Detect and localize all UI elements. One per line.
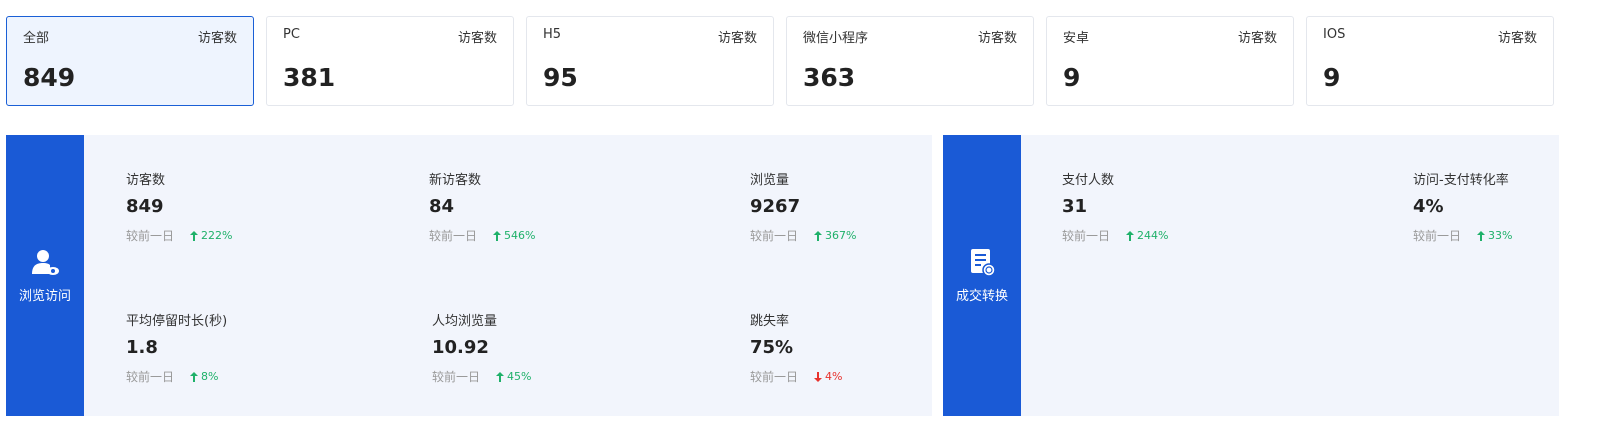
arrow-up-icon: [496, 371, 505, 382]
tab-name: 微信小程序: [803, 31, 869, 46]
deal-side-bar: 成交转换: [943, 135, 1021, 416]
compare-label: 较前一日: [1413, 229, 1462, 243]
change-indicator: 367%: [814, 229, 856, 242]
metric-label: 浏览量: [750, 173, 790, 188]
metric-compare: 较前一日 546%: [429, 227, 535, 244]
tab-unit: 访客数: [1497, 31, 1537, 46]
change-indicator: 45%: [496, 370, 531, 383]
tab-value: 95: [543, 63, 578, 92]
change-value: 4%: [825, 370, 843, 383]
deal-panel: 成交转换 支付人数 31 较前一日 244% 访问-支付转化率 4% 较前一日 …: [943, 135, 1559, 416]
tab-value: 363: [803, 63, 856, 92]
metric-value: 75%: [750, 337, 794, 358]
arrow-up-icon: [1477, 230, 1486, 241]
metric-label: 访客数: [126, 173, 166, 188]
metric-views-per-visitor: 人均浏览量 10.92 较前一日 45%: [432, 310, 531, 385]
tab-wechat-mini-program[interactable]: 微信小程序 访客数 363: [786, 16, 1034, 106]
change-indicator: 33%: [1477, 229, 1512, 242]
tab-name: PC: [283, 27, 300, 42]
metric-compare: 较前一日 222%: [126, 227, 232, 244]
metric-label: 新访客数: [429, 173, 482, 188]
browse-panel: 浏览访问 访客数 849 较前一日 222% 新访客数 84 较前一日 546%: [6, 135, 932, 416]
deal-metrics: 支付人数 31 较前一日 244% 访问-支付转化率 4% 较前一日 33%: [1021, 135, 1559, 416]
metric-label: 支付人数: [1062, 173, 1115, 188]
deal-title: 成交转换: [955, 289, 1008, 304]
browse-title: 浏览访问: [18, 289, 71, 304]
metric-paying-users: 支付人数 31 较前一日 244%: [1062, 169, 1168, 244]
change-value: 367%: [825, 229, 857, 242]
tab-name: IOS: [1323, 27, 1346, 42]
tab-value: 381: [283, 63, 336, 92]
arrow-up-icon: [493, 230, 502, 241]
tab-value: 9: [1063, 63, 1081, 92]
order-document-icon: [971, 249, 996, 277]
compare-label: 较前一日: [1062, 229, 1111, 243]
tab-unit: 访客数: [457, 31, 497, 46]
metric-label: 人均浏览量: [432, 314, 498, 329]
metric-label: 跳失率: [750, 314, 790, 329]
arrow-down-icon: [814, 371, 823, 382]
tab-h5[interactable]: H5 访客数 95: [526, 16, 774, 106]
metric-label: 平均停留时长(秒): [126, 314, 228, 329]
metric-visitors: 访客数 849 较前一日 222%: [126, 169, 232, 244]
tab-unit: 访客数: [717, 31, 757, 46]
metric-compare: 较前一日 8%: [126, 368, 227, 385]
metric-value: 84: [429, 196, 455, 217]
metric-value: 31: [1062, 196, 1088, 217]
tab-all[interactable]: 全部 访客数 849: [6, 16, 254, 106]
metric-avg-stay-duration: 平均停留时长(秒) 1.8 较前一日 8%: [126, 310, 227, 385]
browse-metrics: 访客数 849 较前一日 222% 新访客数 84 较前一日 546% 浏览量 …: [84, 135, 932, 416]
metric-compare: 较前一日 4%: [750, 368, 842, 385]
change-value: 546%: [504, 229, 536, 242]
change-indicator: 546%: [493, 229, 535, 242]
arrow-up-icon: [190, 371, 199, 382]
arrow-up-icon: [814, 230, 823, 241]
tab-unit: 访客数: [1237, 31, 1277, 46]
change-value: 244%: [1137, 229, 1169, 242]
platform-tabs: 全部 访客数 849 PC 访客数 381 H5 访客数 95 微信小程序 访客…: [6, 16, 1554, 106]
user-view-icon: [32, 250, 59, 275]
metric-visit-pay-conversion: 访问-支付转化率 4% 较前一日 33%: [1413, 169, 1512, 244]
metric-bounce-rate: 跳失率 75% 较前一日 4%: [750, 310, 842, 385]
change-indicator: 8%: [190, 370, 218, 383]
arrow-up-icon: [1126, 230, 1135, 241]
compare-label: 较前一日: [432, 370, 481, 384]
compare-label: 较前一日: [126, 370, 175, 384]
tab-name: 全部: [23, 31, 50, 46]
tab-pc[interactable]: PC 访客数 381: [266, 16, 514, 106]
tab-unit: 访客数: [197, 31, 237, 46]
change-indicator: 222%: [190, 229, 232, 242]
metric-compare: 较前一日 367%: [750, 227, 856, 244]
tab-ios[interactable]: IOS 访客数 9: [1306, 16, 1554, 106]
change-value: 8%: [201, 370, 219, 383]
tab-value: 9: [1323, 63, 1341, 92]
compare-label: 较前一日: [126, 229, 175, 243]
metric-compare: 较前一日 244%: [1062, 227, 1168, 244]
tab-unit: 访客数: [977, 31, 1017, 46]
change-indicator: 4%: [814, 370, 842, 383]
metric-value: 849: [126, 196, 164, 217]
compare-label: 较前一日: [429, 229, 478, 243]
compare-label: 较前一日: [750, 229, 799, 243]
tab-name: 安卓: [1063, 31, 1090, 46]
metric-value: 10.92: [432, 337, 489, 358]
metric-compare: 较前一日 45%: [432, 368, 531, 385]
metric-page-views: 浏览量 9267 较前一日 367%: [750, 169, 856, 244]
compare-label: 较前一日: [750, 370, 799, 384]
change-value: 222%: [201, 229, 233, 242]
metric-new-visitors: 新访客数 84 较前一日 546%: [429, 169, 535, 244]
metric-value: 4%: [1413, 196, 1444, 217]
metric-compare: 较前一日 33%: [1413, 227, 1512, 244]
change-value: 45%: [507, 370, 532, 383]
metric-value: 1.8: [126, 337, 158, 358]
change-value: 33%: [1488, 229, 1513, 242]
tab-android[interactable]: 安卓 访客数 9: [1046, 16, 1294, 106]
tab-name: H5: [543, 27, 562, 42]
metric-label: 访问-支付转化率: [1413, 173, 1509, 188]
browse-side-bar: 浏览访问: [6, 135, 84, 416]
metric-value: 9267: [750, 196, 801, 217]
arrow-up-icon: [190, 230, 199, 241]
tab-value: 849: [23, 63, 76, 92]
change-indicator: 244%: [1126, 229, 1168, 242]
